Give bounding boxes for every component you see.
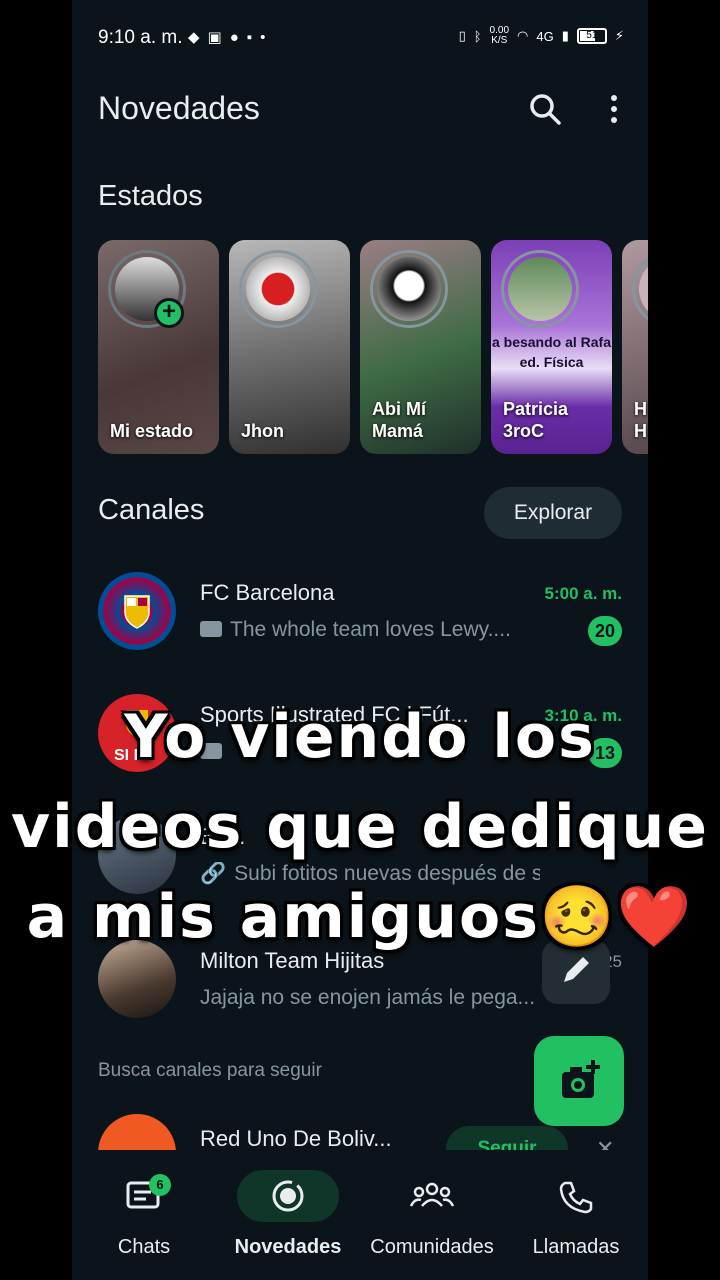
communities-icon [381, 1170, 483, 1222]
status-name: Jhon [241, 421, 284, 441]
camera-status-button[interactable] [534, 1036, 624, 1126]
channel-name: FC Barcelona [200, 580, 335, 605]
avatar [239, 250, 317, 328]
nav-label: Llamadas [532, 1236, 620, 1258]
nav-comunidades[interactable]: Comunidades [360, 1170, 504, 1259]
status-card[interactable]: H H [622, 240, 648, 454]
channel-name: Red Uno De Boliv... [200, 1126, 392, 1151]
avatar [632, 250, 648, 328]
more-options-icon[interactable] [594, 90, 634, 130]
overlay-caption: Yo viendo los videos que dedique a mis a… [0, 692, 720, 962]
channel-avatar [98, 572, 176, 650]
camera-add-icon [562, 1060, 600, 1098]
search-icon[interactable] [526, 90, 566, 130]
bluetooth-icon: ᛒ [473, 28, 482, 44]
signal-icon: ▮ [561, 28, 569, 43]
status-bar: 9:10 a. m. ◆▣●▪• ▯ ᛒ 0.00 K/S ◠ 4G ▮ 51 … [72, 0, 648, 72]
channel-row[interactable]: FC Barcelona The whole team loves Lewy..… [98, 572, 622, 652]
channel-message: The whole team loves Lewy.... [200, 618, 540, 642]
signal-label: 4G [536, 28, 554, 44]
status-card[interactable]: a besando al Rafa ed. Física Patricia 3r… [491, 240, 612, 454]
wifi-icon: ◠ [517, 28, 529, 43]
notification-icons: ◆▣●▪• [188, 29, 274, 46]
add-status-icon[interactable]: + [154, 298, 184, 328]
charging-icon: ⚡ [614, 28, 624, 43]
bottom-navigation: 6 Chats Novedades Comunidades Llamadas [72, 1150, 648, 1280]
status-overlay-text: a besando al Rafa ed. Física [491, 334, 612, 370]
status-card[interactable]: Abi Mí Mamá [360, 240, 481, 454]
video-icon [200, 621, 222, 637]
status-carousel[interactable]: + Mi estado Jhon Abi Mí Mamá a besando a… [98, 240, 648, 456]
suggest-heading: Busca canales para seguir [98, 1060, 322, 1081]
chats-icon: 6 [93, 1170, 195, 1222]
status-name: Abi Mí Mamá [372, 399, 426, 441]
avatar [501, 250, 579, 328]
updates-icon [237, 1170, 339, 1222]
vibrate-icon: ▯ [458, 28, 466, 43]
status-card[interactable]: Jhon [229, 240, 350, 454]
app-screen: 9:10 a. m. ◆▣●▪• ▯ ᛒ 0.00 K/S ◠ 4G ▮ 51 … [72, 0, 648, 1280]
network-speed: 0.00 K/S [489, 25, 510, 46]
nav-chats[interactable]: 6 Chats [72, 1170, 216, 1259]
status-name: Patricia 3roC [503, 399, 569, 441]
nav-novedades[interactable]: Novedades [216, 1170, 360, 1259]
system-icons: ▯ ᛒ 0.00 K/S ◠ 4G ▮ 51 ⚡ [459, 26, 624, 46]
nav-label: Comunidades [370, 1236, 494, 1258]
explore-button[interactable]: Explorar [484, 487, 622, 539]
estados-heading: Estados [98, 180, 203, 212]
status-name: Mi estado [110, 421, 194, 441]
nav-label: Novedades [234, 1236, 342, 1258]
unread-badge: 20 [588, 616, 622, 646]
battery-icon: 51 [576, 28, 607, 44]
channel-time: 5:00 a. m. [544, 584, 623, 603]
nav-label: Chats [117, 1236, 171, 1258]
channel-avatar [98, 1114, 176, 1154]
status-name: H H [634, 399, 647, 441]
page-title: Novedades [98, 90, 260, 126]
caption-line: videos que dedique [11, 792, 709, 862]
status-time: 9:10 a. m. [98, 27, 183, 48]
avatar [370, 250, 448, 328]
caption-line: Yo viendo los [124, 702, 596, 772]
channel-message: Jajaja no se enojen jamás le pega... [200, 986, 536, 1009]
nav-llamadas[interactable]: Llamadas [504, 1170, 648, 1259]
phone-icon [525, 1170, 627, 1222]
canales-heading: Canales [98, 494, 205, 526]
caption-line: a mis amiguos🥴❤️ [26, 882, 694, 952]
status-card-mine[interactable]: + Mi estado [98, 240, 219, 454]
chats-unread-badge: 6 [149, 1174, 171, 1196]
